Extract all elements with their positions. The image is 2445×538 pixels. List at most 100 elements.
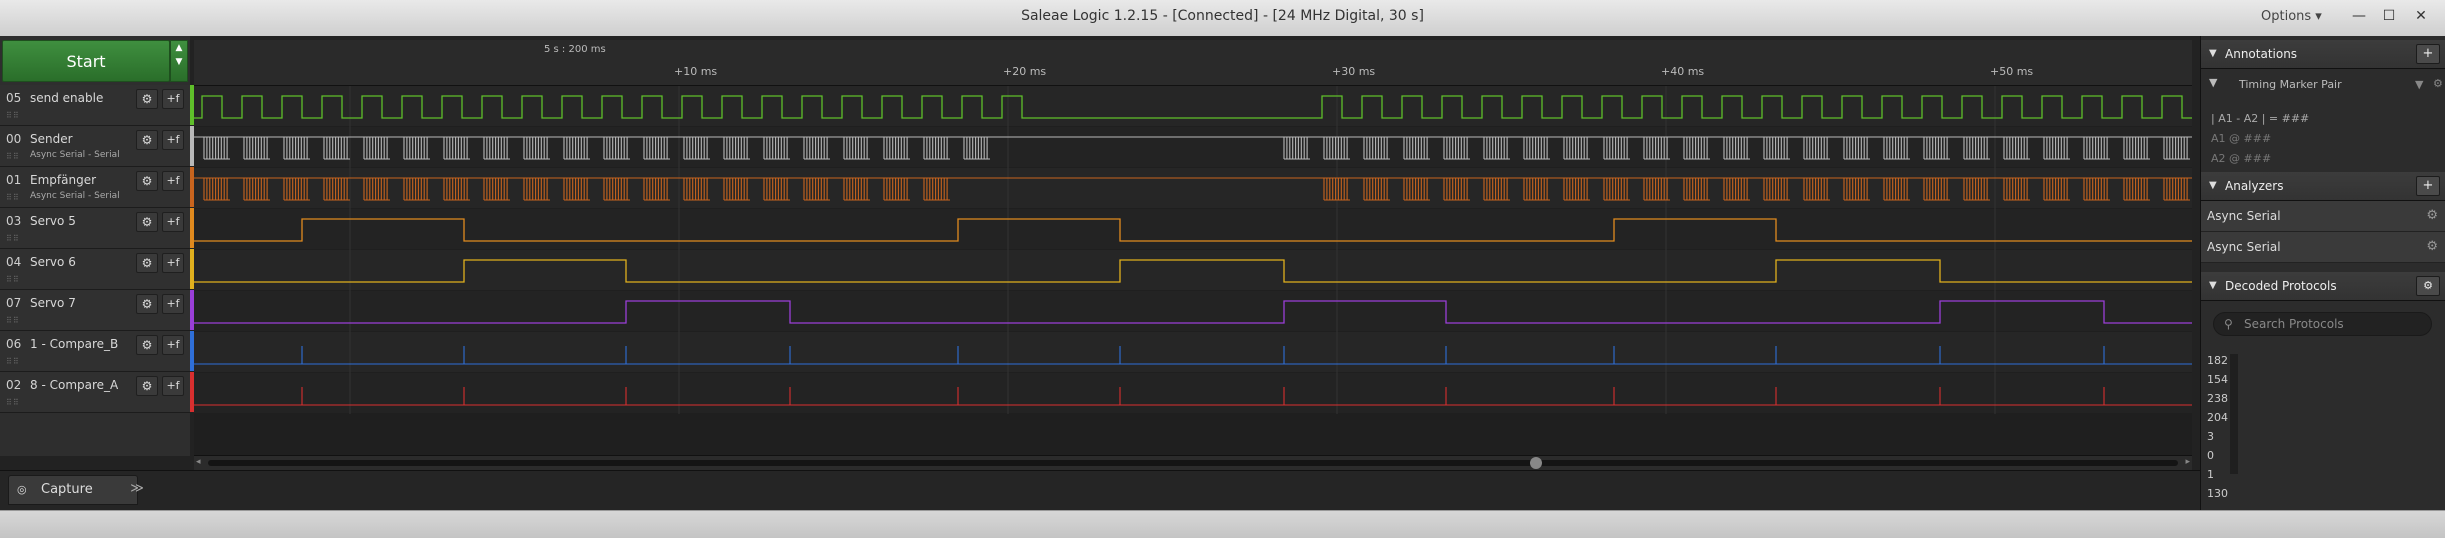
ruler-tick-label: +40 ms: [1661, 65, 1705, 78]
channel-number: 04: [6, 255, 22, 269]
time-ruler[interactable]: 5 s : 200 ms +10 ms +20 ms +30 ms +40 ms…: [194, 40, 2192, 86]
search-icon: ⚲: [2224, 317, 2233, 331]
marker-pair-label[interactable]: Timing Marker Pair: [2239, 78, 2342, 91]
add-analyzer-icon[interactable]: +f: [162, 212, 184, 232]
channel-row[interactable]: 06 1 - Compare_B ⠿⠿ ⚙ +f: [0, 331, 190, 372]
scroll-thumb[interactable]: [1530, 457, 1542, 469]
marker-pair-dropdown-icon[interactable]: ▼: [2415, 78, 2423, 91]
drag-handle-icon[interactable]: ⠿⠿: [6, 357, 20, 366]
minimize-button[interactable]: —: [2346, 5, 2372, 27]
channel-name[interactable]: 1 - Compare_B: [30, 337, 118, 351]
channel-name[interactable]: send enable: [30, 91, 103, 105]
collapse-icon[interactable]: ▼: [2209, 40, 2217, 68]
scroll-left-icon[interactable]: ◂: [196, 457, 201, 467]
decoded-protocols-title: Decoded Protocols: [2225, 279, 2337, 293]
scroll-right-icon[interactable]: ▸: [2185, 457, 2190, 467]
analyzers-title: Analyzers: [2225, 179, 2284, 193]
channel-row[interactable]: 02 8 - Compare_A ⠿⠿ ⚙ +f: [0, 372, 190, 413]
channel-lane[interactable]: [194, 250, 2192, 290]
drag-handle-icon[interactable]: ⠿⠿: [6, 193, 20, 202]
channel-row[interactable]: 07 Servo 7 ⠿⠿ ⚙ +f: [0, 290, 190, 331]
channel-row[interactable]: 04 Servo 6 ⠿⠿ ⚙ +f: [0, 249, 190, 290]
gear-icon[interactable]: ⚙: [136, 171, 158, 191]
analyzers-header[interactable]: ▼ Analyzers +: [2201, 172, 2445, 201]
add-analyzer-icon[interactable]: +f: [162, 253, 184, 273]
add-analyzer-button[interactable]: +: [2416, 176, 2440, 196]
options-menu[interactable]: Options ▾: [2261, 9, 2322, 24]
analyzer-item-label: Async Serial: [2207, 240, 2281, 254]
decoded-item[interactable]: 154: [2207, 373, 2228, 386]
analyzer-item[interactable]: Async Serial ⚙: [2201, 232, 2445, 263]
drag-handle-icon[interactable]: ⠿⠿: [6, 398, 20, 407]
more-tabs-button[interactable]: ≫: [122, 475, 152, 505]
channel-name[interactable]: Servo 6: [30, 255, 76, 269]
marker-a2: A2 @ ###: [2211, 152, 2272, 165]
gear-icon[interactable]: ⚙: [136, 294, 158, 314]
channel-row[interactable]: 01 Empfänger Async Serial - Serial ⠿⠿ ⚙ +f: [0, 167, 190, 208]
timeline-scrollbar[interactable]: ◂ ▸: [194, 455, 2192, 470]
gear-icon[interactable]: ⚙: [136, 335, 158, 355]
decoded-list-scrollbar[interactable]: [2230, 354, 2238, 474]
channel-row[interactable]: 00 Sender Async Serial - Serial ⠿⠿ ⚙ +f: [0, 126, 190, 167]
drag-handle-icon[interactable]: ⠿⠿: [6, 275, 20, 284]
decoded-protocols-header[interactable]: ▼ Decoded Protocols ⚙: [2201, 272, 2445, 301]
channel-name[interactable]: Empfänger: [30, 173, 96, 187]
gear-icon[interactable]: ⚙: [136, 212, 158, 232]
start-button[interactable]: Start: [2, 40, 170, 82]
channel-number: 07: [6, 296, 22, 310]
add-analyzer-icon[interactable]: +f: [162, 130, 184, 150]
decoded-item[interactable]: 130: [2207, 487, 2228, 500]
channel-row[interactable]: 03 Servo 5 ⠿⠿ ⚙ +f: [0, 208, 190, 249]
decoded-item[interactable]: 182: [2207, 354, 2228, 367]
add-analyzer-icon[interactable]: +f: [162, 376, 184, 396]
start-options-button[interactable]: ▲ ▼: [170, 40, 188, 82]
gear-icon[interactable]: ⚙: [136, 89, 158, 109]
channel-lane[interactable]: [194, 332, 2192, 372]
gear-icon[interactable]: ⚙: [136, 130, 158, 150]
channel-name[interactable]: 8 - Compare_A: [30, 378, 118, 392]
channel-lane[interactable]: [194, 373, 2192, 413]
gear-icon[interactable]: ⚙: [136, 376, 158, 396]
drag-handle-icon[interactable]: ⠿⠿: [6, 111, 20, 120]
channel-name[interactable]: Sender: [30, 132, 73, 146]
maximize-button[interactable]: ☐: [2376, 5, 2402, 27]
decoded-settings-button[interactable]: ⚙: [2416, 276, 2440, 296]
add-analyzer-icon[interactable]: +f: [162, 171, 184, 191]
channel-name[interactable]: Servo 5: [30, 214, 76, 228]
channel-row[interactable]: 05 send enable ⠿⠿ ⚙ +f: [0, 85, 190, 126]
add-analyzer-icon[interactable]: +f: [162, 335, 184, 355]
scroll-track[interactable]: [208, 460, 2178, 466]
marker-gear-icon[interactable]: ⚙: [2433, 77, 2443, 90]
collapse-icon[interactable]: ▼: [2209, 272, 2217, 300]
annotations-header[interactable]: ▼ Annotations +: [2201, 40, 2445, 69]
tab-capture[interactable]: ◎ Capture: [8, 475, 138, 505]
drag-handle-icon[interactable]: ⠿⠿: [6, 234, 20, 243]
gear-icon[interactable]: ⚙: [136, 253, 158, 273]
channel-number: 01: [6, 173, 22, 187]
waveform-area[interactable]: [194, 86, 2192, 455]
analyzer-item[interactable]: Async Serial ⚙: [2201, 201, 2445, 232]
channel-lane[interactable]: [194, 209, 2192, 249]
chevron-down-icon: ▼: [175, 57, 183, 67]
decoded-item[interactable]: 0: [2207, 449, 2214, 462]
tab-capture-label: Capture: [41, 482, 93, 497]
gear-icon[interactable]: ⚙: [2426, 232, 2438, 262]
add-analyzer-icon[interactable]: +f: [162, 294, 184, 314]
bottom-tab-bar: ◎ Capture ≫: [0, 470, 2200, 511]
drag-handle-icon[interactable]: ⠿⠿: [6, 316, 20, 325]
ruler-tick-label: +50 ms: [1990, 65, 2034, 78]
decoded-item[interactable]: 3: [2207, 430, 2214, 443]
close-button[interactable]: ✕: [2408, 5, 2434, 27]
drag-handle-icon[interactable]: ⠿⠿: [6, 152, 20, 161]
collapse-icon[interactable]: ▼: [2209, 172, 2217, 200]
search-protocols-input[interactable]: ⚲ Search Protocols: [2213, 312, 2432, 336]
decoded-item[interactable]: 238: [2207, 392, 2228, 405]
gear-icon[interactable]: ⚙: [2426, 201, 2438, 231]
add-analyzer-icon[interactable]: +f: [162, 89, 184, 109]
decoded-item[interactable]: 204: [2207, 411, 2228, 424]
decoded-item[interactable]: 1: [2207, 468, 2214, 481]
channel-name[interactable]: Servo 7: [30, 296, 76, 310]
add-annotation-button[interactable]: +: [2416, 44, 2440, 64]
channel-lane[interactable]: [194, 86, 2192, 126]
channel-lane[interactable]: [194, 291, 2192, 331]
